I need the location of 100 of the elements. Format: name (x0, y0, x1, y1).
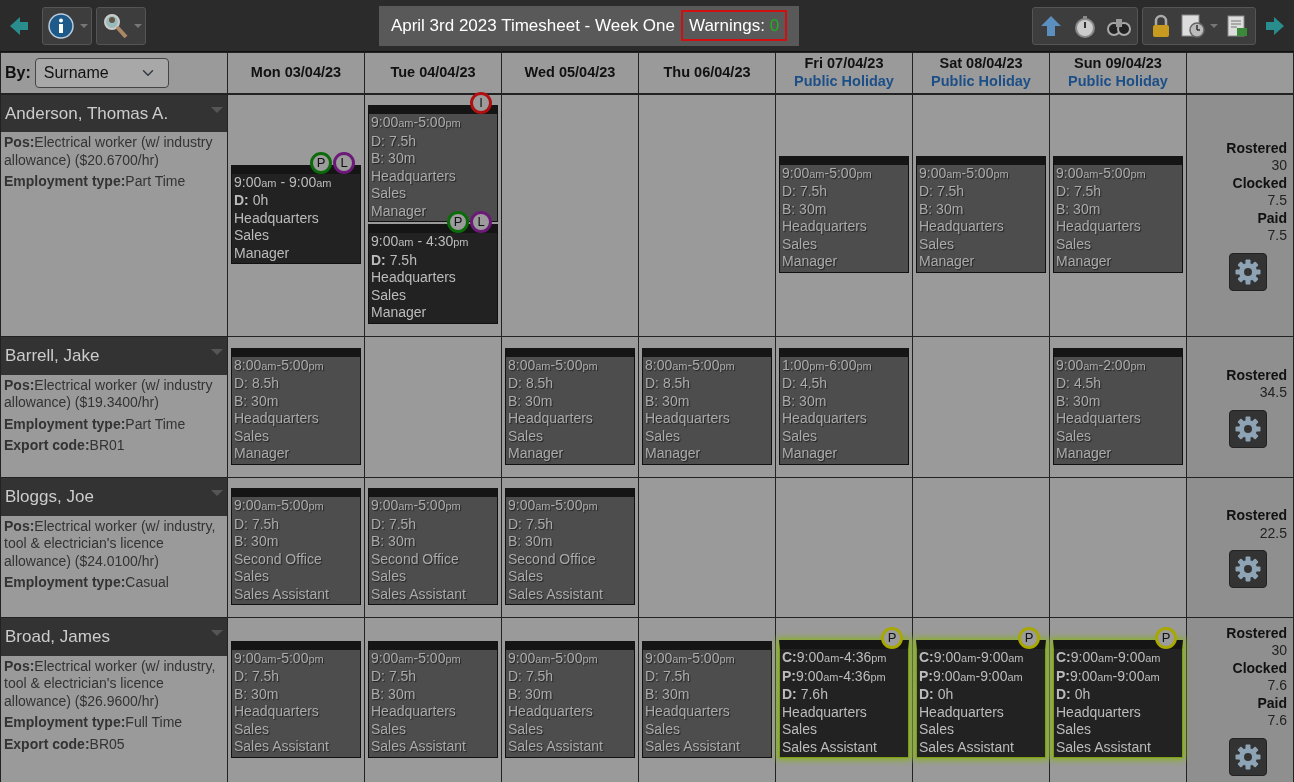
shift-line: Headquarters (645, 410, 731, 428)
shift-card[interactable]: C:9:00am-4:36pm P:9:00am-4:36pm D: 7.6h Headquarters Sales Sales Assistant (779, 640, 909, 758)
shift-line: Headquarters (371, 703, 457, 721)
status-badge: P (1018, 627, 1040, 649)
shift-line: D: 0h (234, 192, 270, 210)
shift-line: 9:00am-5:00pm (508, 497, 599, 515)
shift-line: B: 30m (1056, 392, 1102, 410)
shift-line: Sales (508, 568, 545, 586)
holiday-label: Public Holiday (930, 72, 1032, 91)
shift-card[interactable]: C:9:00am-9:00am P:9:00am-9:00am D: 0h Headquarters Sales Sales Assistant (916, 640, 1046, 758)
info-button[interactable] (42, 6, 92, 45)
shift-card[interactable]: 9:00am-5:00pm D: 7.5h B: 30m Headquarters Sales Sales Assistant (368, 640, 498, 758)
shift-card[interactable]: 9:00am-2:00pm D: 4.5h B: 30m Headquarters Sales Manager (1053, 347, 1183, 465)
shift-line: Headquarters (919, 218, 1005, 236)
search-people-button[interactable] (96, 6, 146, 45)
shift-card[interactable]: 9:00am-5:00pm D: 7.5h B: 30m Second Office Sales Sales Assistant (368, 488, 498, 605)
shift-line: Headquarters (234, 209, 320, 227)
employee-detail: Employment type:Part Time (3, 414, 187, 434)
employee-name[interactable]: Broad, James (1, 618, 227, 656)
shift-line: Manager (1056, 253, 1113, 271)
settings-button[interactable] (1229, 252, 1267, 291)
shift-line: Sales Assistant (371, 585, 467, 603)
shift-line: Sales (645, 720, 682, 738)
warnings-indicator[interactable]: Warnings: 0 (681, 9, 788, 42)
caret-icon (1210, 23, 1218, 28)
summary-value: 7.6 (1266, 677, 1287, 695)
clock-document-button[interactable] (1180, 12, 1218, 39)
shift-line: B: 30m (782, 392, 828, 410)
shift-line: Sales (234, 427, 271, 445)
summary-label: Rostered (1225, 624, 1287, 642)
shift-line: Headquarters (508, 703, 594, 721)
shift-line: Headquarters (782, 410, 868, 428)
shift-line: B: 30m (508, 533, 554, 551)
employee-detail: Employment type:Part Time (3, 172, 187, 191)
shift-line: B: 30m (645, 392, 691, 410)
employee-detail: Pos:Electrical worker (w/ industry allowance) ($20.6700/hr) (3, 133, 214, 170)
employee-name[interactable]: Bloggs, Joe (1, 478, 227, 516)
settings-button[interactable] (1229, 737, 1267, 776)
holiday-label: Public Holiday (793, 72, 895, 91)
shift-line: C:9:00am-9:00am (1056, 649, 1162, 667)
shift-line: 8:00am-5:00pm (234, 356, 325, 375)
summary-value: 7.5 (1266, 227, 1287, 245)
shift-card[interactable]: 1:00pm-6:00pm D: 4.5h B: 30m Headquarters Sales Manager (779, 347, 909, 465)
shift-card[interactable]: 9:00am-5:00pm D: 7.5h B: 30m Headquarters Sales Manager (779, 155, 909, 273)
shift-line: D: 7.5h (371, 132, 418, 150)
shift-card[interactable]: 9:00am-5:00pm D: 7.5h B: 30m Second Office Sales Sales Assistant (505, 488, 635, 605)
day-heading: Thu 06/04/23 (662, 64, 752, 82)
shift-line: D: 8.5h (508, 375, 555, 393)
shift-line: D: 7.5h (919, 183, 966, 201)
shift-line: Sales (1056, 721, 1093, 739)
shift-card[interactable]: 8:00am-5:00pm D: 8.5h B: 30m Headquarters Sales Manager (505, 347, 635, 465)
summary-label: Rostered (1225, 507, 1287, 525)
caret-icon (80, 23, 88, 28)
shift-line: B: 30m (1056, 200, 1102, 219)
employee-detail: Pos:Electrical worker (w/ industry, tool & electrician's licence allowance) ($26.9600/hr) (3, 656, 217, 711)
shift-line: B: 30m (371, 150, 417, 168)
settings-button[interactable] (1229, 550, 1267, 588)
shift-line: Headquarters (782, 703, 868, 721)
shift-line: Headquarters (508, 410, 594, 428)
shift-line: Sales Assistant (645, 738, 741, 756)
search-person-icon (102, 12, 128, 39)
shift-line: D: 7.5h (234, 515, 281, 533)
employee-name[interactable]: Anderson, Thomas A. (1, 94, 227, 132)
shift-card[interactable]: 9:00am-5:00pm D: 7.5h B: 30m Headquarters Sales Sales Assistant (642, 640, 772, 758)
shift-line: Manager (371, 202, 428, 220)
shift-line: Sales Assistant (234, 738, 330, 756)
shift-card[interactable]: 9:00am-5:00pm D: 7.5h B: 30m Second Office Sales Sales Assistant (231, 488, 361, 605)
shift-line: Manager (508, 445, 565, 463)
shift-card[interactable]: C:9:00am-9:00am P:9:00am-9:00am D: 0h Headquarters Sales Sales Assistant (1053, 640, 1183, 758)
summary-label: Clocked (1231, 174, 1287, 193)
shift-line: Manager (782, 445, 839, 463)
shift-line: D: 0h (1056, 686, 1092, 704)
shift-line: B: 30m (508, 392, 554, 410)
shift-line: D: 8.5h (234, 375, 281, 393)
shift-line: 9:00am-5:00pm (234, 497, 325, 515)
shift-line: Sales (508, 427, 545, 445)
shift-line: B: 30m (782, 200, 828, 219)
shift-card[interactable]: 9:00am-5:00pm D: 7.5h B: 30m Headquarters Sales Manager (1053, 155, 1183, 273)
shift-line: Sales (371, 568, 408, 586)
sort-dropdown[interactable]: Surname (34, 57, 169, 88)
shift-card[interactable]: 9:00am-5:00pm D: 7.5h B: 30m Headquarters Sales Sales Assistant (505, 640, 635, 758)
shift-card[interactable]: 9:00am-5:00pm D: 7.5h B: 30m Headquarters Sales Manager (916, 155, 1046, 273)
shift-line: B: 30m (234, 533, 280, 551)
shift-line: 9:00am-5:00pm (645, 649, 736, 668)
shift-line: 9:00am-5:00pm (508, 649, 599, 668)
shift-line: Sales (234, 720, 271, 738)
shift-line: Sales (234, 568, 271, 586)
summary-value: 30 (1270, 642, 1287, 660)
shift-line: Sales Assistant (234, 585, 330, 603)
settings-button[interactable] (1229, 409, 1267, 448)
shift-line: Manager (371, 304, 428, 322)
shift-line: Headquarters (645, 703, 731, 721)
shift-line: Headquarters (1056, 218, 1142, 236)
shift-card[interactable]: 8:00am-5:00pm D: 8.5h B: 30m Headquarters Sales Manager (642, 347, 772, 465)
shift-card[interactable]: 9:00am-5:00pm D: 7.5h B: 30m Headquarters Sales Sales Assistant (231, 640, 361, 758)
employee-name[interactable]: Barrell, Jake (1, 337, 227, 375)
shift-line: Manager (782, 253, 839, 271)
shift-card[interactable]: 8:00am-5:00pm D: 8.5h B: 30m Headquarters Sales Manager (231, 347, 361, 465)
info-icon (48, 12, 74, 39)
shift-line: Sales (1056, 235, 1093, 254)
